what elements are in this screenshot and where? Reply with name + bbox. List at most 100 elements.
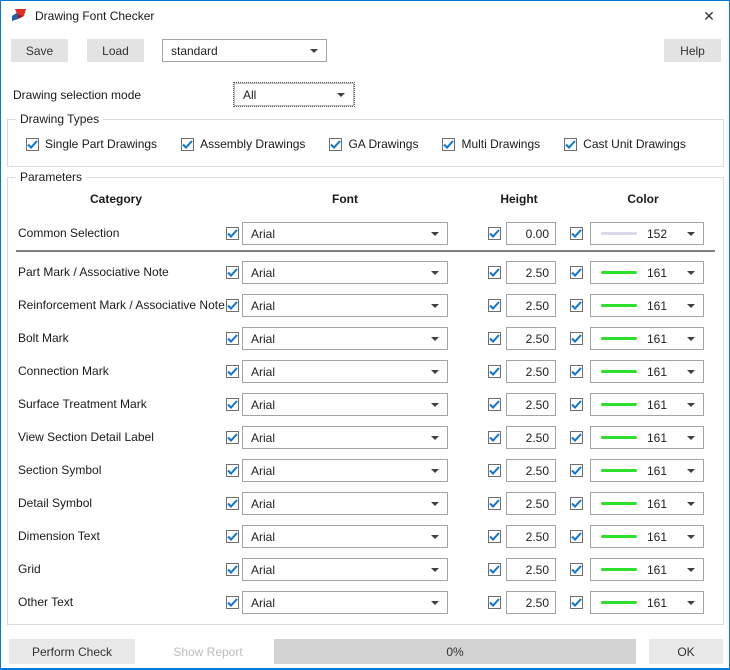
font-checkbox[interactable]: [226, 299, 239, 312]
color-select[interactable]: 161: [590, 261, 704, 284]
drawing-types-list: Single Part Drawings Assembly Drawings G…: [26, 137, 686, 151]
category-label: Other Text: [18, 595, 74, 609]
height-input[interactable]: [506, 294, 556, 317]
height-input[interactable]: [506, 426, 556, 449]
color-select[interactable]: 161: [590, 558, 704, 581]
height-checkbox[interactable]: [488, 497, 501, 510]
show-report-button[interactable]: Show Report: [149, 639, 267, 664]
font-select[interactable]: Arial: [242, 261, 448, 284]
drawing-type-checkbox[interactable]: [329, 137, 343, 151]
parameter-row: Surface Treatment Mark Arial 161: [8, 393, 723, 416]
font-select[interactable]: Arial: [242, 327, 448, 350]
height-input[interactable]: [506, 261, 556, 284]
preset-select[interactable]: standard: [162, 39, 327, 62]
color-checkbox[interactable]: [570, 227, 583, 240]
color-checkbox[interactable]: [570, 398, 583, 411]
font-checkbox[interactable]: [226, 332, 239, 345]
height-checkbox[interactable]: [488, 332, 501, 345]
color-select[interactable]: 161: [590, 294, 704, 317]
height-input[interactable]: [506, 525, 556, 548]
height-checkbox[interactable]: [488, 227, 501, 240]
height-input[interactable]: [506, 558, 556, 581]
font-select[interactable]: Arial: [242, 558, 448, 581]
color-select[interactable]: 161: [590, 591, 704, 614]
save-button[interactable]: Save: [11, 39, 68, 62]
font-checkbox[interactable]: [226, 266, 239, 279]
color-checkbox[interactable]: [570, 596, 583, 609]
parameter-row: Section Symbol Arial 161: [8, 459, 723, 482]
color-select[interactable]: 161: [590, 360, 704, 383]
drawing-type-checkbox[interactable]: [181, 137, 195, 151]
color-select[interactable]: 161: [590, 327, 704, 350]
color-checkbox[interactable]: [570, 563, 583, 576]
drawing-type-item[interactable]: Assembly Drawings: [181, 137, 305, 151]
color-select[interactable]: 161: [590, 459, 704, 482]
font-select[interactable]: Arial: [242, 222, 448, 245]
font-select[interactable]: Arial: [242, 426, 448, 449]
font-select[interactable]: Arial: [242, 492, 448, 515]
font-checkbox[interactable]: [226, 530, 239, 543]
drawing-type-item[interactable]: Single Part Drawings: [26, 137, 157, 151]
height-input[interactable]: [506, 327, 556, 350]
color-select[interactable]: 152: [590, 222, 704, 245]
height-checkbox[interactable]: [488, 431, 501, 444]
font-select[interactable]: Arial: [242, 393, 448, 416]
height-input[interactable]: [506, 492, 556, 515]
color-checkbox[interactable]: [570, 365, 583, 378]
font-select[interactable]: Arial: [242, 459, 448, 482]
font-checkbox[interactable]: [226, 365, 239, 378]
color-number: 161: [647, 364, 668, 379]
height-input[interactable]: [506, 393, 556, 416]
color-swatch: [601, 370, 637, 373]
height-checkbox[interactable]: [488, 365, 501, 378]
color-checkbox[interactable]: [570, 497, 583, 510]
height-checkbox[interactable]: [488, 530, 501, 543]
drawing-type-checkbox[interactable]: [442, 137, 456, 151]
font-checkbox[interactable]: [226, 497, 239, 510]
height-checkbox[interactable]: [488, 266, 501, 279]
color-checkbox[interactable]: [570, 266, 583, 279]
drawing-type-item[interactable]: Cast Unit Drawings: [564, 137, 686, 151]
font-select[interactable]: Arial: [242, 294, 448, 317]
height-checkbox[interactable]: [488, 398, 501, 411]
font-checkbox[interactable]: [226, 464, 239, 477]
color-checkbox[interactable]: [570, 530, 583, 543]
ok-button[interactable]: OK: [649, 639, 723, 664]
color-select[interactable]: 161: [590, 525, 704, 548]
chevron-down-icon: [431, 369, 439, 374]
close-icon[interactable]: ✕: [697, 6, 721, 26]
drawing-type-item[interactable]: Multi Drawings: [442, 137, 540, 151]
perform-check-button[interactable]: Perform Check: [9, 639, 135, 664]
font-checkbox[interactable]: [226, 563, 239, 576]
color-checkbox[interactable]: [570, 431, 583, 444]
font-select[interactable]: Arial: [242, 360, 448, 383]
font-checkbox[interactable]: [226, 596, 239, 609]
color-checkbox[interactable]: [570, 332, 583, 345]
height-checkbox[interactable]: [488, 464, 501, 477]
color-select[interactable]: 161: [590, 393, 704, 416]
font-select[interactable]: Arial: [242, 525, 448, 548]
drawing-type-item[interactable]: GA Drawings: [329, 137, 418, 151]
color-select[interactable]: 161: [590, 492, 704, 515]
common-color-swatch: [601, 232, 637, 235]
selection-mode-select[interactable]: All: [233, 82, 355, 107]
height-checkbox[interactable]: [488, 563, 501, 576]
height-checkbox[interactable]: [488, 299, 501, 312]
drawing-type-checkbox[interactable]: [26, 137, 39, 151]
height-input[interactable]: [506, 591, 556, 614]
color-checkbox[interactable]: [570, 464, 583, 477]
height-checkbox[interactable]: [488, 596, 501, 609]
font-checkbox[interactable]: [226, 398, 239, 411]
load-button[interactable]: Load: [87, 39, 144, 62]
height-input[interactable]: [506, 360, 556, 383]
drawing-type-checkbox[interactable]: [564, 137, 578, 151]
font-select[interactable]: Arial: [242, 591, 448, 614]
common-height-input[interactable]: [506, 222, 556, 245]
height-input[interactable]: [506, 459, 556, 482]
color-select[interactable]: 161: [590, 426, 704, 449]
font-checkbox[interactable]: [226, 431, 239, 444]
help-button[interactable]: Help: [664, 39, 721, 62]
color-checkbox[interactable]: [570, 299, 583, 312]
drawing-type-label: Single Part Drawings: [45, 137, 158, 151]
font-checkbox[interactable]: [226, 227, 239, 240]
